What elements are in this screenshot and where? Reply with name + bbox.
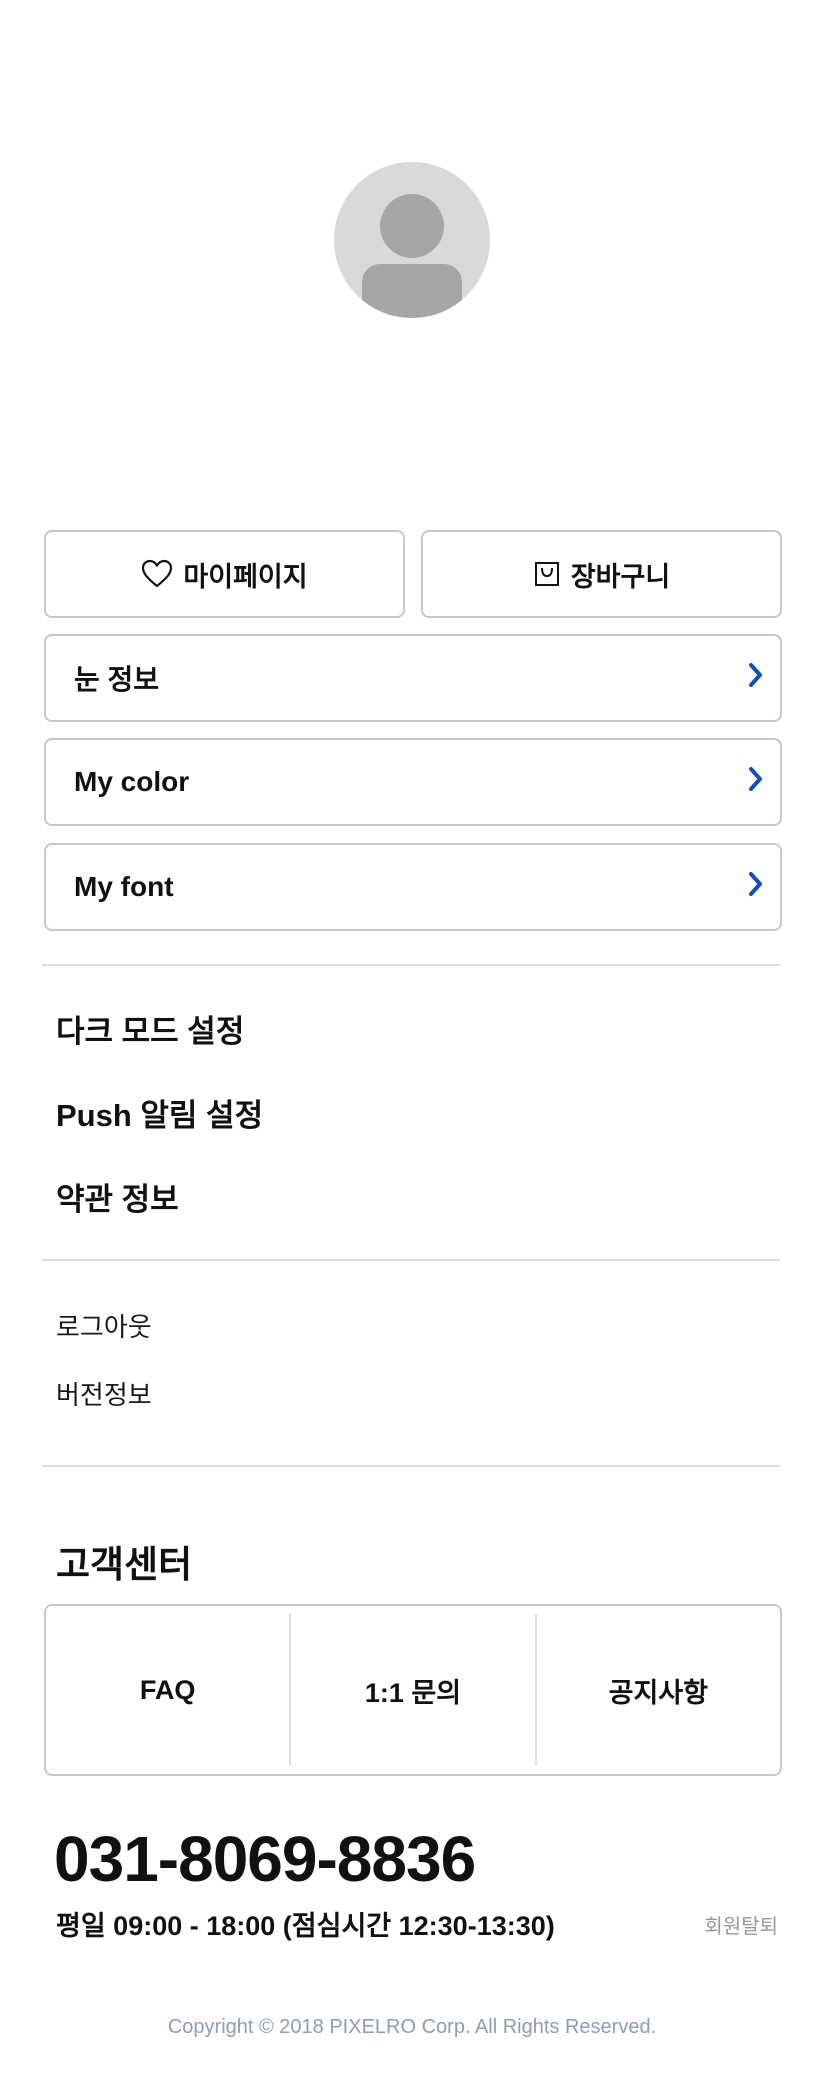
business-hours: 평일 09:00 - 18:00 (점심시간 12:30-13:30): [56, 1911, 555, 1941]
customer-center-links: FAQ 1:1 문의 공지사항: [44, 1604, 782, 1776]
one-to-one-inquiry-link[interactable]: 1:1 문의: [291, 1606, 534, 1774]
notice-link[interactable]: 공지사항: [537, 1606, 780, 1774]
push-notification-setting[interactable]: Push 알림 설정: [56, 1090, 263, 1135]
cart-label: 장바구니: [570, 561, 671, 592]
section-divider: [42, 1259, 780, 1261]
heart-icon: [141, 559, 173, 589]
mypage-button[interactable]: 마이페이지: [44, 530, 405, 618]
menu-row-eye-info[interactable]: 눈 정보: [44, 634, 782, 722]
version-info-link[interactable]: 버전정보: [56, 1375, 152, 1412]
terms-info-setting[interactable]: 약관 정보: [56, 1174, 179, 1219]
faq-label: FAQ: [139, 1674, 196, 1705]
chevron-right-icon: [748, 766, 764, 799]
customer-center-title: 고객센터: [56, 1544, 193, 1585]
withdraw-membership-link[interactable]: 회원탈퇴: [704, 1910, 778, 1939]
cart-button[interactable]: 장바구니: [421, 530, 782, 618]
avatar-body-shape: [362, 264, 462, 318]
dark-mode-setting[interactable]: 다크 모드 설정: [56, 1006, 244, 1051]
inquiry-label: 1:1 문의: [364, 1677, 462, 1708]
section-divider: [42, 964, 780, 966]
logout-link[interactable]: 로그아웃: [56, 1307, 152, 1344]
avatar-head-shape: [380, 194, 444, 258]
profile-avatar[interactable]: [334, 162, 490, 318]
customer-center-phone[interactable]: 031-8069-8836: [54, 1822, 476, 1896]
chevron-right-icon: [748, 662, 764, 695]
menu-row-my-font[interactable]: My font: [44, 843, 782, 931]
menu-row-my-color[interactable]: My color: [44, 738, 782, 826]
copyright-text: Copyright © 2018 PIXELRO Corp. All Right…: [167, 2016, 657, 2038]
faq-link[interactable]: FAQ: [46, 1606, 289, 1774]
menu-row-label: My font: [74, 871, 174, 902]
mypage-label: 마이페이지: [183, 561, 308, 592]
menu-row-label: My color: [74, 766, 190, 797]
notice-label: 공지사항: [608, 1677, 708, 1708]
chevron-right-icon: [748, 871, 764, 904]
section-divider: [42, 1465, 780, 1467]
shopping-bag-icon: [533, 560, 561, 588]
menu-row-label: 눈 정보: [74, 664, 160, 695]
